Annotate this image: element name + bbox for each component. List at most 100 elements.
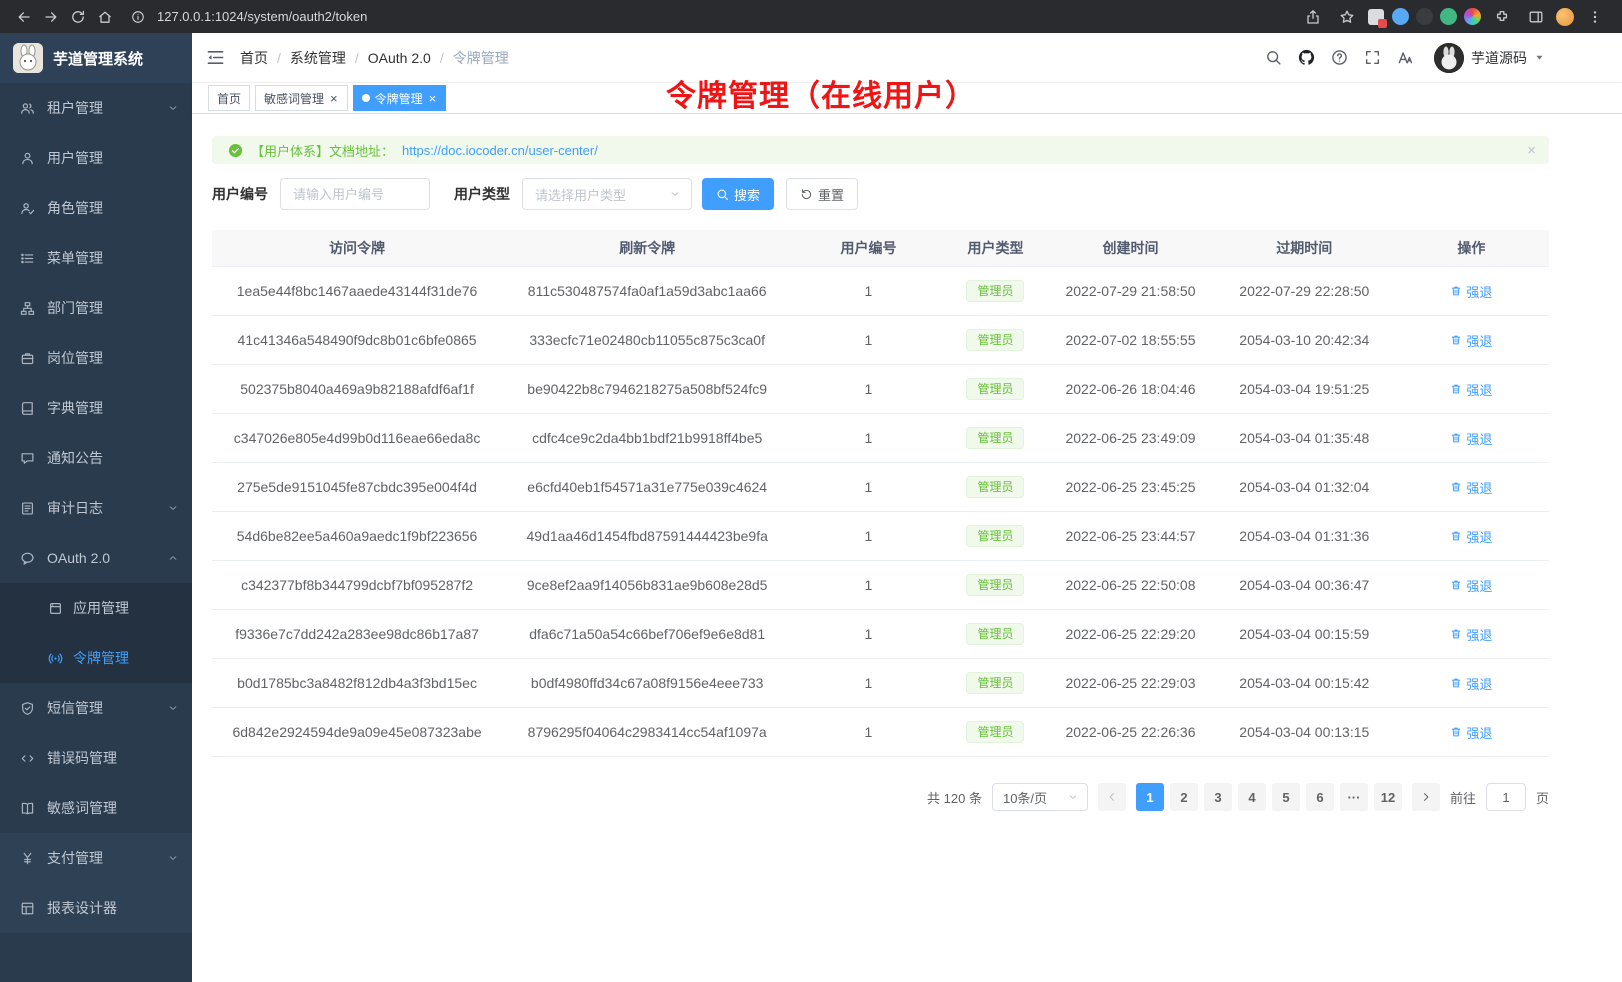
side-panel-icon[interactable] [1522,5,1549,29]
sidebar-item[interactable]: OAuth 2.0 [0,533,192,583]
bookmark-star-icon[interactable] [1333,5,1360,29]
home-icon[interactable] [91,5,118,29]
expire-time-cell: 2054-03-04 00:36:47 [1215,561,1394,609]
user-type-select[interactable]: 请选择用户类型 [522,178,692,210]
user-type-badge: 管理员 [966,280,1024,302]
force-logout-button[interactable]: 强退 [1450,331,1492,350]
font-size-icon[interactable] [1397,49,1414,66]
sidebar-item[interactable]: 报表设计器 [0,883,192,933]
page-button[interactable]: 5 [1272,783,1300,811]
reset-button[interactable]: 重置 [786,178,858,210]
page-button[interactable]: 2 [1170,783,1198,811]
table-row: c342377bf8b344799dcbf7bf095287f29ce8ef2a… [212,561,1549,610]
alert-doc-link[interactable]: https://doc.iocoder.cn/user-center/ [402,143,598,158]
tab-close-icon[interactable]: × [329,92,339,105]
user-id-input[interactable] [280,178,430,210]
fullscreen-icon[interactable] [1364,49,1381,66]
page-ellipsis[interactable]: ··· [1340,783,1368,811]
extension-icon-blue[interactable] [1392,8,1409,25]
tab-close-icon[interactable]: × [428,92,438,105]
extension-icon-badged[interactable] [1367,8,1385,26]
force-logout-button[interactable]: 强退 [1450,282,1492,301]
force-logout-button[interactable]: 强退 [1450,478,1492,497]
sidebar-item[interactable]: 短信管理 [0,683,192,733]
sidebar-item[interactable]: 敏感词管理 [0,783,192,833]
role-icon [20,201,35,216]
browser-menu-icon[interactable] [1581,5,1608,29]
page-size-select[interactable]: 10条/页 [992,783,1088,811]
user-type-label: 用户类型 [454,184,510,204]
view-tab[interactable]: 敏感词管理× [255,85,348,111]
alert-close-icon[interactable]: × [1527,143,1536,158]
sidebar-item-label: 部门管理 [47,298,103,318]
sidebar-item[interactable]: 字典管理 [0,383,192,433]
extension-icon-green[interactable] [1440,8,1457,25]
sidebar-item[interactable]: 角色管理 [0,183,192,233]
sidebar-collapse-icon[interactable] [206,48,225,67]
refresh-token-cell: 333ecfc71e02480cb11055c875c3ca0f [502,316,792,364]
app-logo[interactable]: 芋道管理系统 [0,33,192,83]
next-page-button[interactable] [1412,783,1440,811]
github-icon[interactable] [1298,49,1315,66]
sidebar-item[interactable]: 支付管理 [0,833,192,883]
forward-icon[interactable] [37,5,64,29]
sidebar-item[interactable]: 岗位管理 [0,333,192,383]
force-logout-button[interactable]: 强退 [1450,429,1492,448]
chevron-down-icon [167,702,179,714]
jump-page-input[interactable] [1486,783,1526,811]
force-logout-button[interactable]: 强退 [1450,527,1492,546]
table-body: 1ea5e44f8bc1467aaede43144f31de76811c5304… [212,267,1549,757]
address-bar[interactable]: 127.0.0.1:1024/system/oauth2/token [118,5,1299,29]
force-logout-button[interactable]: 强退 [1450,674,1492,693]
breadcrumb-separator: / [277,50,281,66]
back-icon[interactable] [10,5,37,29]
share-icon[interactable] [1299,5,1326,29]
sidebar-item[interactable]: 令牌管理 [0,633,192,683]
page-button[interactable]: 1 [1136,783,1164,811]
delete-icon [1450,285,1462,297]
extension-icon-colorful[interactable] [1464,8,1481,25]
chevron-up-icon [167,552,179,564]
view-tab[interactable]: 令牌管理× [353,85,447,111]
sidebar-item[interactable]: 租户管理 [0,83,192,133]
alert-text: 【用户体系】文档地址： [251,141,394,160]
breadcrumb-item[interactable]: 系统管理 [290,48,346,68]
breadcrumb-item[interactable]: OAuth 2.0 [368,50,431,66]
refresh-icon[interactable] [64,5,91,29]
browser-chrome: 127.0.0.1:1024/system/oauth2/token [0,0,1622,33]
force-logout-button[interactable]: 强退 [1450,380,1492,399]
extension-icon-dark[interactable] [1416,8,1433,25]
force-logout-button[interactable]: 强退 [1450,625,1492,644]
sidebar-item[interactable]: 通知公告 [0,433,192,483]
sidebar-item[interactable]: 审计日志 [0,483,192,533]
pay-icon [20,851,35,866]
sidebar-item-label: 应用管理 [73,598,129,618]
user-id-label: 用户编号 [212,184,268,204]
help-icon[interactable] [1331,49,1348,66]
force-logout-button[interactable]: 强退 [1450,723,1492,742]
search-button[interactable]: 搜索 [702,178,774,210]
sidebar-item[interactable]: 菜单管理 [0,233,192,283]
prev-page-button[interactable] [1098,783,1126,811]
page-button[interactable]: 12 [1374,783,1402,811]
search-icon[interactable] [1265,49,1282,66]
view-tab[interactable]: 首页 [208,85,250,111]
browser-profile-avatar[interactable] [1556,8,1574,26]
sms-shield-icon [20,701,35,716]
sidebar-item[interactable]: 部门管理 [0,283,192,333]
sidebar-item-label: 审计日志 [47,498,103,518]
page-button[interactable]: 3 [1204,783,1232,811]
user-dropdown[interactable]: 芋道源码 [1434,43,1545,73]
extensions-puzzle-icon[interactable] [1488,5,1515,29]
sidebar-item[interactable]: 用户管理 [0,133,192,183]
page-button[interactable]: 4 [1238,783,1266,811]
page-button[interactable]: 6 [1306,783,1334,811]
site-info-icon[interactable] [124,5,151,29]
force-logout-button[interactable]: 强退 [1450,576,1492,595]
sidebar-item[interactable]: 应用管理 [0,583,192,633]
user-type-cell: 管理员 [945,463,1047,511]
breadcrumb-separator: / [440,50,444,66]
sidebar-item[interactable]: 错误码管理 [0,733,192,783]
breadcrumb-item[interactable]: 首页 [240,48,268,68]
menu-list-icon [20,251,35,266]
